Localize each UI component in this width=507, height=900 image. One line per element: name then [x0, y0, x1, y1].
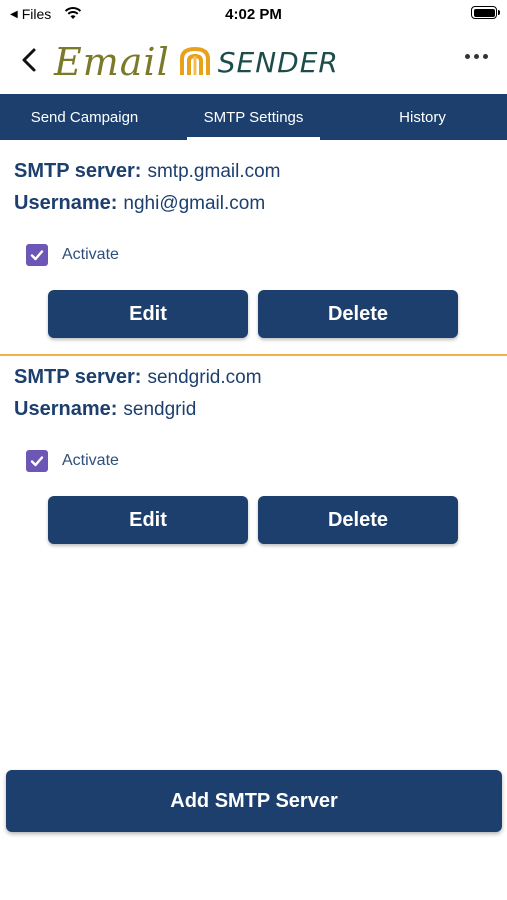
- status-bar: ◀ Files 4:02 PM: [0, 0, 507, 30]
- smtp-server-label: SMTP server:: [14, 366, 142, 388]
- activate-label: Activate: [62, 246, 119, 263]
- status-time: 4:02 PM: [225, 6, 282, 23]
- card-actions: Edit Delete: [0, 290, 507, 338]
- smtp-server-value: sendgrid.com: [147, 367, 262, 388]
- logo-sender-text: SENDER: [217, 45, 339, 79]
- activate-toggle[interactable]: Activate: [0, 446, 507, 476]
- logo-email-text: Email: [54, 40, 170, 84]
- card-divider: [0, 354, 507, 356]
- checkmark-icon: [30, 250, 44, 261]
- card-actions: Edit Delete: [0, 496, 507, 544]
- username-row: Username: nghi@gmail.com: [0, 192, 507, 224]
- checkmark-icon: [30, 456, 44, 467]
- activate-toggle[interactable]: Activate: [0, 240, 507, 270]
- activate-checkbox[interactable]: [26, 450, 48, 472]
- edit-button[interactable]: Edit: [48, 496, 248, 544]
- tab-history[interactable]: History: [338, 94, 507, 140]
- activate-label: Activate: [62, 452, 119, 469]
- delete-button[interactable]: Delete: [258, 496, 458, 544]
- add-smtp-server-button[interactable]: Add SMTP Server: [6, 770, 502, 832]
- smtp-server-card: SMTP server: sendgrid.com Username: send…: [0, 366, 507, 544]
- tab-bar: Send Campaign SMTP Settings History: [0, 94, 507, 140]
- username-label: Username:: [14, 192, 118, 214]
- delete-button[interactable]: Delete: [258, 290, 458, 338]
- logo-mark-icon: [179, 46, 210, 75]
- smtp-server-card: SMTP server: smtp.gmail.com Username: ng…: [0, 160, 507, 338]
- activate-checkbox[interactable]: [26, 244, 48, 266]
- tab-smtp-settings[interactable]: SMTP Settings: [169, 94, 338, 140]
- app-logo: Email SENDER: [54, 38, 339, 86]
- smtp-server-row: SMTP server: sendgrid.com: [0, 366, 507, 398]
- app-header: Email SENDER: [0, 30, 507, 94]
- username-value: nghi@gmail.com: [123, 193, 266, 214]
- smtp-server-value: smtp.gmail.com: [147, 161, 281, 182]
- username-row: Username: sendgrid: [0, 398, 507, 430]
- tab-send-campaign[interactable]: Send Campaign: [0, 94, 169, 140]
- edit-button[interactable]: Edit: [48, 290, 248, 338]
- battery-icon: [471, 6, 500, 19]
- more-options-icon[interactable]: [465, 50, 489, 62]
- back-arrow-icon[interactable]: [14, 42, 44, 78]
- smtp-server-label: SMTP server:: [14, 160, 142, 182]
- username-value: sendgrid: [123, 399, 197, 420]
- username-label: Username:: [14, 398, 118, 420]
- smtp-server-row: SMTP server: smtp.gmail.com: [0, 160, 507, 192]
